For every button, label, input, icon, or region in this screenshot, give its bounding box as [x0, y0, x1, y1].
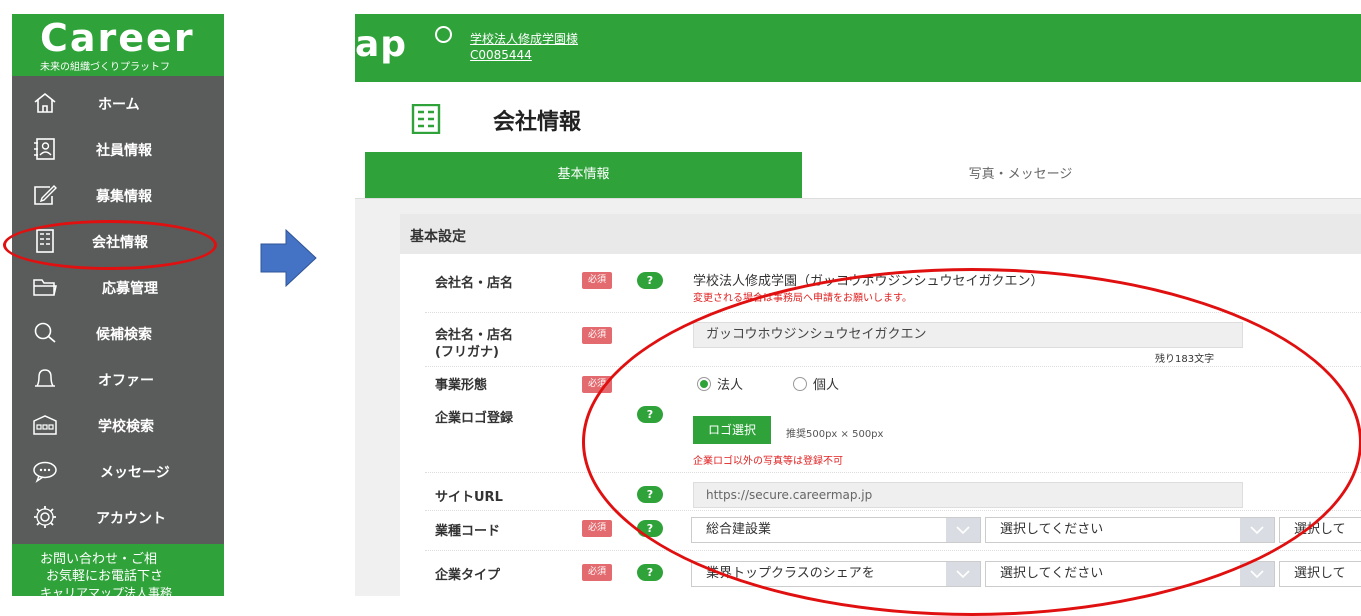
edit-icon: [32, 183, 58, 207]
school-name-link[interactable]: 学校法人修成学園様: [470, 30, 578, 47]
tab-photo-message[interactable]: 写真・メッセージ: [802, 152, 1240, 198]
highlight-circle: [3, 220, 217, 270]
logo-mark-icon: [435, 26, 452, 43]
contact-line: お気軽にお電話下さ: [46, 569, 164, 584]
section-title: 基本設定: [410, 229, 466, 245]
sidebar-item-label: 応募管理: [102, 281, 158, 297]
sidebar-item-candidate-search[interactable]: 候補検索: [12, 310, 224, 356]
sidebar-item-label: ホーム: [98, 97, 140, 113]
sidebar-item-jobs[interactable]: 募集情報: [12, 172, 224, 218]
page-header: 会社情報: [355, 82, 1361, 152]
tab-bar: 基本情報 写真・メッセージ: [355, 152, 1361, 199]
sidebar-item-messages[interactable]: メッセージ: [12, 448, 224, 494]
tab-basic-info[interactable]: 基本情報: [365, 152, 802, 198]
sidebar-item-employee[interactable]: 社員情報: [12, 126, 224, 172]
contact-line: キャリアマップ法人事務: [40, 586, 173, 596]
sidebar-logo[interactable]: Career: [40, 16, 195, 60]
top-bar: ap 学校法人修成学園様 C0085444: [355, 14, 1361, 82]
sidebar-item-label: 候補検索: [96, 327, 152, 343]
required-badge: 必須: [582, 564, 612, 581]
home-icon: [32, 91, 58, 115]
gear-icon: [32, 505, 58, 529]
sidebar: Career 未来の組織づくりプラットフ ホーム 社員情報 募集情報 会社情報 …: [12, 14, 224, 596]
sidebar-item-label: アカウント: [96, 511, 166, 527]
folder-icon: [32, 275, 58, 299]
industry-code-label: 業種コード: [435, 524, 501, 539]
sidebar-item-school-search[interactable]: 学校検索: [12, 402, 224, 448]
sidebar-item-label: メッセージ: [100, 465, 170, 481]
building-icon: [411, 104, 441, 134]
required-badge: 必須: [582, 520, 612, 537]
sidebar-item-label: 社員情報: [96, 143, 152, 159]
section-header: 基本設定: [400, 214, 1361, 254]
right-arrow-icon: [260, 228, 317, 288]
employee-icon: [32, 137, 58, 161]
sidebar-header: Career 未来の組織づくりプラットフ: [12, 14, 224, 76]
tab-more[interactable]: [1239, 152, 1361, 198]
sidebar-contact-footer: お問い合わせ・ご相 お気軽にお電話下さ キャリアマップ法人事務: [12, 544, 224, 596]
site-url-label: サイトURL: [435, 490, 503, 505]
required-badge: 必須: [582, 327, 612, 344]
help-icon[interactable]: ?: [637, 272, 663, 289]
sidebar-item-label: 募集情報: [96, 189, 152, 205]
page-title: 会社情報: [493, 110, 582, 135]
brand-logo[interactable]: ap: [355, 24, 407, 65]
sidebar-tagline: 未来の組織づくりプラットフ: [40, 62, 170, 73]
school-code-link[interactable]: C0085444: [470, 48, 532, 62]
highlight-ellipse: [582, 268, 1361, 616]
chat-icon: [32, 459, 58, 483]
sidebar-item-home[interactable]: ホーム: [12, 80, 224, 126]
search-icon: [32, 321, 58, 345]
company-type-label: 企業タイプ: [435, 568, 501, 583]
company-type-select-3[interactable]: 選択して: [1279, 561, 1361, 587]
school-icon: [32, 413, 58, 437]
sidebar-item-account[interactable]: アカウント: [12, 494, 224, 540]
company-name-label: 会社名・店名: [435, 276, 514, 291]
sidebar-item-offer[interactable]: オファー: [12, 356, 224, 402]
bell-icon: [32, 367, 58, 391]
company-kana-sublabel: (フリガナ): [435, 345, 499, 360]
sidebar-item-label: オファー: [98, 373, 154, 389]
select-value: 選択して: [1294, 566, 1346, 581]
company-logo-label: 企業ロゴ登録: [435, 411, 514, 426]
sidebar-item-label: 学校検索: [98, 419, 154, 435]
required-badge: 必須: [582, 272, 612, 289]
business-type-label: 事業形態: [435, 378, 488, 393]
sidebar-item-applications[interactable]: 応募管理: [12, 264, 224, 310]
help-icon[interactable]: ?: [637, 564, 663, 581]
